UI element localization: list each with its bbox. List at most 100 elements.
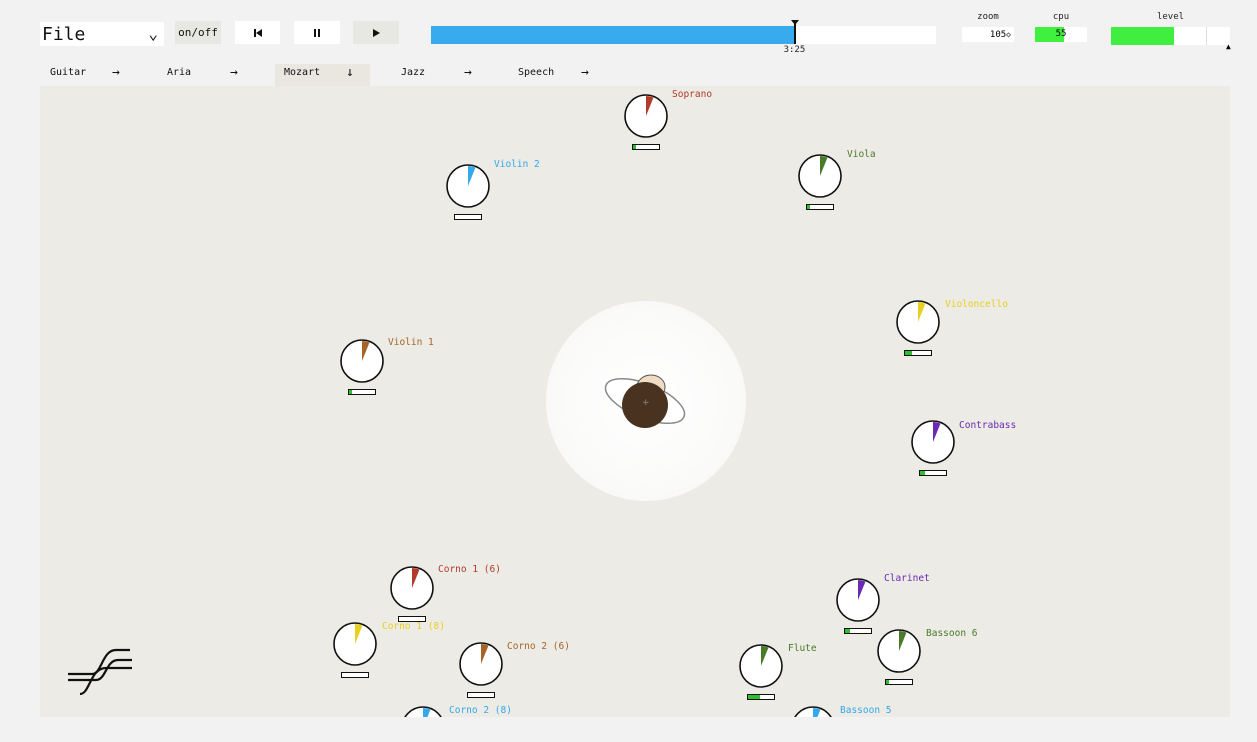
instrument-level-meter (885, 679, 913, 685)
instrument-level-fill (905, 351, 912, 355)
toolbar: File ⌄ on/off 3:25 zoom 105◇ cpu 55 leve… (0, 0, 1257, 56)
instrument-violin-1[interactable] (338, 337, 386, 385)
skip-back-button[interactable] (235, 21, 280, 44)
instrument-contrabass[interactable] (909, 418, 957, 466)
instrument-label: Flute (788, 643, 817, 654)
instrument-label: Contrabass (959, 420, 1017, 431)
level-meter-fill (1111, 27, 1175, 45)
pause-button[interactable] (294, 21, 340, 44)
svg-text:+: + (642, 398, 650, 408)
pause-icon (314, 28, 320, 37)
instrument-level-meter (806, 204, 834, 210)
file-menu-label: File (42, 24, 86, 45)
cpu-value: 55 (1055, 29, 1067, 39)
instrument-label: Soprano (672, 89, 713, 100)
instrument-dial-icon[interactable] (399, 704, 447, 717)
level-divider (1206, 27, 1207, 45)
instrument-level-fill (349, 390, 352, 394)
instrument-level-fill (748, 695, 760, 699)
level-meter (1111, 27, 1230, 45)
instrument-flute[interactable] (737, 642, 785, 690)
instrument-dial-icon[interactable] (388, 564, 436, 612)
instrument-violoncello[interactable] (894, 298, 942, 346)
playback-progress-bar[interactable] (431, 20, 936, 44)
instrument-label: Violoncello (945, 299, 1008, 310)
zoom-caption: zoom (977, 12, 999, 22)
tab-speech[interactable]: Speech (518, 67, 554, 78)
instrument-level-meter (747, 694, 775, 700)
level-caption: level (1156, 12, 1185, 22)
instrument-level-fill (807, 205, 810, 209)
instrument-dial-icon[interactable] (789, 704, 837, 717)
instrument-label: Corno 2 (8) (449, 705, 512, 716)
instrument-dial-icon[interactable] (331, 620, 379, 668)
zoom-stepper[interactable]: 105◇ (962, 27, 1014, 42)
instrument-level-meter (348, 389, 376, 395)
progress-fill (431, 26, 795, 44)
play-button[interactable] (353, 21, 399, 44)
instrument-level-meter (904, 350, 932, 356)
skip-back-icon (253, 28, 262, 37)
instrument-dial-icon[interactable] (834, 576, 882, 624)
file-menu-select[interactable]: File ⌄ (40, 22, 164, 46)
instrument-level-meter (341, 672, 369, 678)
instrument-label: Corno 1 (8) (382, 621, 445, 632)
on-off-button[interactable]: on/off (175, 21, 221, 44)
tab-aria[interactable]: Aria (167, 67, 191, 78)
instrument-label: Corno 2 (6) (507, 641, 570, 652)
instrument-bassoon-5[interactable] (789, 704, 837, 717)
instrument-corno-2-6[interactable] (457, 640, 505, 688)
arrow-right-icon[interactable]: → (230, 65, 238, 80)
instrument-label: Corno 1 (6) (438, 564, 501, 575)
instrument-dial-icon[interactable] (894, 298, 942, 346)
listener-head-icon[interactable]: + (600, 369, 690, 439)
on-off-label: on/off (178, 26, 218, 39)
instrument-soprano[interactable] (622, 92, 670, 140)
instrument-level-meter (632, 144, 660, 150)
instrument-dial-icon[interactable] (737, 642, 785, 690)
instrument-level-fill (886, 680, 889, 684)
instrument-corno-1-8[interactable] (331, 620, 379, 668)
instrument-level-fill (920, 471, 925, 475)
cpu-meter: 55 (1035, 27, 1087, 42)
chevron-down-icon: ⌄ (148, 24, 158, 43)
instrument-dial-icon[interactable] (457, 640, 505, 688)
instrument-label: Violin 1 (388, 337, 434, 348)
instrument-dial-icon[interactable] (875, 627, 923, 675)
playhead-handle[interactable] (790, 20, 799, 44)
stepper-arrows-icon: ◇ (1006, 30, 1011, 39)
spatial-stage[interactable]: + Soprano Violin 2 Viola Violoncello Violin … (40, 86, 1230, 717)
arrow-right-icon[interactable]: → (464, 65, 472, 80)
instrument-dial-icon[interactable] (909, 418, 957, 466)
instrument-level-fill (845, 629, 850, 633)
instrument-dial-icon[interactable] (796, 152, 844, 200)
instrument-bassoon-6[interactable] (875, 627, 923, 675)
zoom-value: 105 (989, 30, 1007, 40)
instrument-corno-2-8[interactable] (399, 704, 447, 717)
instrument-label: Clarinet (884, 573, 930, 584)
cpu-caption: cpu (1052, 12, 1070, 22)
instrument-viola[interactable] (796, 152, 844, 200)
instrument-dial-icon[interactable] (444, 162, 492, 210)
instrument-label: Bassoon 6 (926, 628, 978, 639)
instrument-dial-icon[interactable] (338, 337, 386, 385)
instrument-level-meter (919, 470, 947, 476)
tab-guitar[interactable]: Guitar (50, 67, 86, 78)
instrument-level-meter (454, 214, 482, 220)
triangle-up-icon[interactable]: ▲ (1226, 42, 1231, 51)
instrument-label: Bassoon 5 (840, 705, 892, 716)
tab-mozart[interactable]: Mozart (284, 67, 320, 78)
arrow-right-icon[interactable]: → (112, 65, 120, 80)
instrument-corno-1-6[interactable] (388, 564, 436, 612)
instrument-level-fill (633, 145, 636, 149)
play-icon (373, 28, 380, 37)
arrow-down-icon[interactable]: ↓ (346, 65, 354, 80)
instrument-label: Violin 2 (494, 159, 540, 170)
tab-jazz[interactable]: Jazz (401, 67, 425, 78)
arrow-right-icon[interactable]: → (581, 65, 589, 80)
instrument-dial-icon[interactable] (622, 92, 670, 140)
instrument-clarinet[interactable] (834, 576, 882, 624)
instrument-violin-2[interactable] (444, 162, 492, 210)
instrument-level-meter (844, 628, 872, 634)
playback-time: 3:25 (783, 45, 806, 55)
